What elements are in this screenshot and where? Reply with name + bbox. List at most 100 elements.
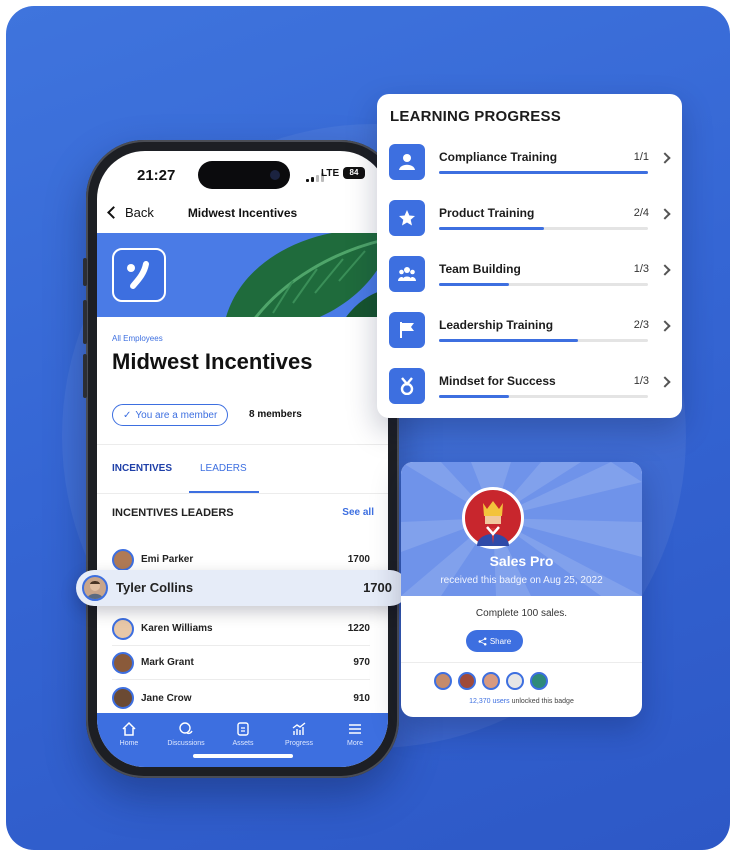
share-button[interactable]: Share (466, 630, 523, 652)
course-icon-tile (389, 200, 425, 236)
course-count: 2/3 (633, 319, 649, 331)
course-count: 1/1 (633, 151, 649, 163)
progress-track (439, 339, 648, 342)
phone-screen: 21:27 LTE 84 Back Midwest Incentives All… (97, 151, 388, 767)
network-label: LTE (321, 168, 340, 179)
chat-bubbles-icon (179, 722, 193, 735)
avatar (482, 672, 500, 690)
avatar (82, 575, 108, 601)
users-count-link[interactable]: 12,370 users (469, 698, 509, 705)
star-icon (399, 210, 415, 226)
chevron-right-icon (659, 208, 671, 220)
home-indicator (193, 754, 293, 758)
camera-dot (270, 170, 280, 180)
nav-title: Midwest Incentives (187, 206, 298, 220)
course-name: Team Building (439, 262, 521, 276)
progress-track (439, 171, 648, 174)
progress-fill (439, 227, 544, 230)
menu-icon (349, 724, 361, 734)
tab-more[interactable]: More (329, 721, 381, 747)
person-portrait-icon (87, 581, 103, 599)
avatar (112, 548, 134, 571)
background-canvas: 21:27 LTE 84 Back Midwest Incentives All… (6, 6, 730, 850)
tab-discussions[interactable]: Discussions (160, 721, 212, 747)
badge-name: Sales Pro (489, 553, 554, 569)
progress-track (439, 227, 648, 230)
crown-person-icon (477, 501, 509, 546)
course-item[interactable]: Product Training 2/4 (389, 200, 674, 240)
course-icon-tile (389, 312, 425, 348)
tab-assets[interactable]: Assets (217, 721, 269, 747)
dynamic-island (198, 161, 290, 189)
phone-side-button (83, 258, 87, 286)
progress-chart-icon (292, 722, 306, 735)
member-status-button[interactable]: ✓ You are a member (112, 404, 229, 426)
bottom-tab-bar: Home Discussions Assets Progress More (97, 713, 388, 767)
course-item[interactable]: Team Building 1/3 (389, 256, 674, 296)
phone-side-button (83, 300, 87, 344)
member-count[interactable]: 8 members (249, 409, 302, 420)
tab-home[interactable]: Home (103, 721, 155, 747)
avatar (112, 687, 134, 709)
tab-leaders[interactable]: LEADERS (200, 463, 247, 474)
leaf-illustration (226, 233, 388, 317)
share-label: Share (489, 636, 512, 646)
leader-row[interactable]: Mark Grant 970 (112, 646, 370, 680)
tab-incentives[interactable]: INCENTIVES (112, 463, 172, 474)
checkmark-icon: ✓ (123, 409, 132, 421)
tab-label: Assets (232, 740, 254, 747)
badge-header: Sales Pro received this badge on Aug 25,… (401, 462, 642, 596)
team-icon (398, 267, 416, 281)
leader-score: 1700 (363, 580, 392, 595)
progress-fill (439, 395, 509, 398)
course-icon-tile (389, 368, 425, 404)
avatar (458, 672, 476, 690)
member-status-label: You are a member (135, 409, 218, 421)
course-name: Compliance Training (439, 150, 558, 164)
tab-label: More (347, 740, 363, 747)
document-icon (237, 722, 249, 736)
tab-label: Home (119, 740, 139, 747)
course-item[interactable]: Mindset for Success 1/3 (389, 368, 674, 408)
course-item[interactable]: Compliance Training 1/1 (389, 144, 674, 184)
avatar (112, 617, 134, 640)
progress-fill (439, 339, 579, 342)
course-icon-tile (389, 256, 425, 292)
leader-score: 1220 (347, 623, 370, 634)
course-count: 2/4 (633, 207, 649, 219)
badge-medal (462, 487, 524, 549)
course-item[interactable]: Leadership Training 2/3 (389, 312, 674, 352)
flag-icon (400, 322, 414, 338)
course-name: Product Training (439, 206, 535, 220)
phone-side-button (83, 354, 87, 398)
progress-fill (439, 283, 509, 286)
course-count: 1/3 (633, 375, 649, 387)
chevron-right-icon (659, 264, 671, 276)
badge-received-date: received this badge on Aug 25, 2022 (440, 575, 603, 586)
leader-row[interactable]: Jane Crow 910 (112, 681, 370, 715)
leader-name: Tyler Collins (116, 580, 194, 595)
status-bar: 21:27 LTE 84 (97, 151, 388, 195)
group-subtitle: All Employees (112, 334, 163, 343)
share-icon (478, 637, 487, 645)
leader-score: 970 (353, 657, 370, 668)
leader-name: Mark Grant (141, 657, 194, 668)
highlighted-leader-row[interactable]: Tyler Collins 1700 (76, 570, 408, 606)
group-title: Midwest Incentives (112, 349, 313, 374)
unlock-suffix: unlocked this badge (509, 698, 574, 705)
nav-bar: Back Midwest Incentives (97, 195, 388, 233)
course-count: 1/3 (633, 263, 649, 275)
leader-row[interactable]: Karen Williams 1220 (112, 612, 370, 646)
tab-label: Progress (284, 740, 313, 747)
logo-mark-icon (127, 261, 149, 289)
learning-progress-title: LEARNING PROGRESS (390, 108, 561, 125)
tab-progress[interactable]: Progress (273, 721, 325, 747)
progress-track (439, 395, 648, 398)
tab-bar: INCENTIVES LEADERS (97, 444, 388, 494)
see-all-link[interactable]: See all (342, 507, 374, 518)
tab-label: Discussions (167, 740, 205, 747)
badge-unlock-count: 12,370 users unlocked this badge (401, 698, 642, 705)
badge-card: Sales Pro received this badge on Aug 25,… (401, 462, 642, 717)
badge-users-avatars[interactable] (434, 672, 548, 690)
course-name: Leadership Training (439, 318, 554, 332)
